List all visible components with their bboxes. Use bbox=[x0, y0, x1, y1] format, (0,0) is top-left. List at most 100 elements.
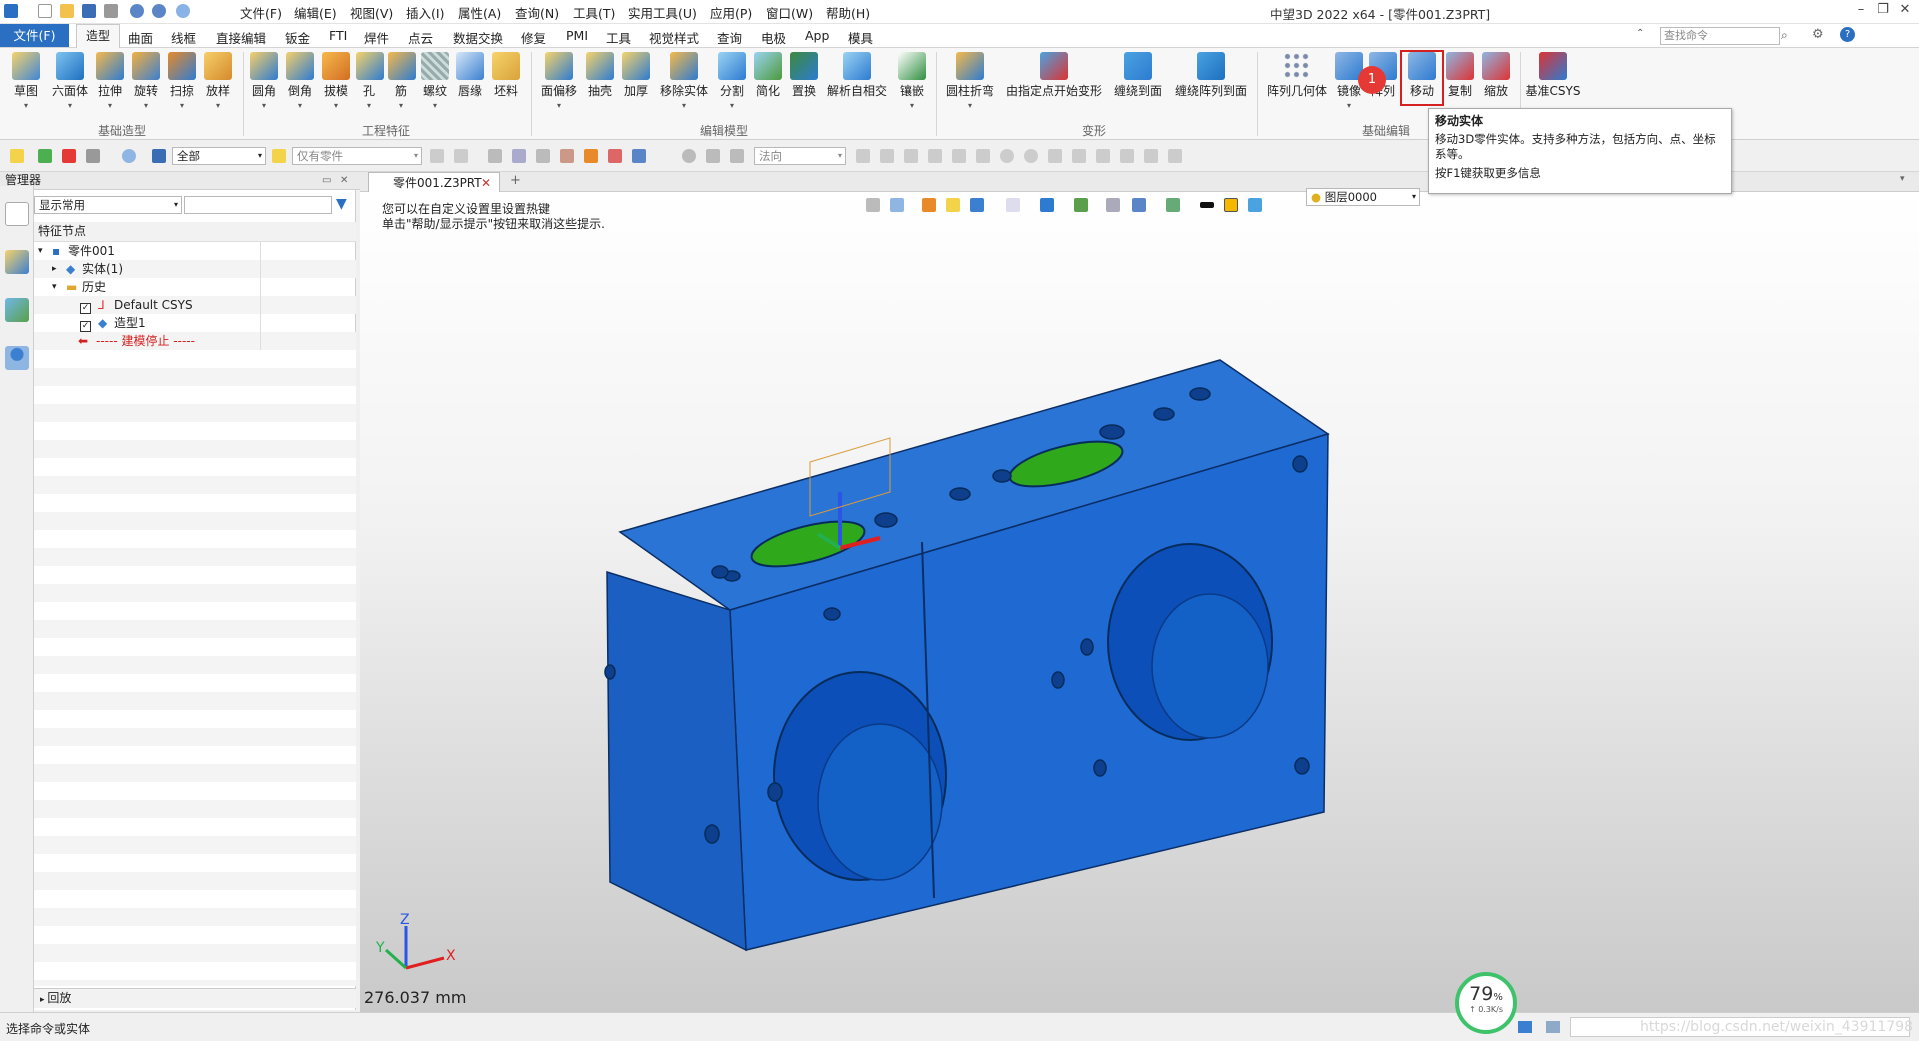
tab-electrode[interactable]: 电极 bbox=[761, 28, 786, 47]
replace-button[interactable]: 置换 bbox=[788, 52, 820, 99]
part-filter-select[interactable]: 仅有零件 ▾ bbox=[292, 147, 422, 165]
rib-button[interactable]: 筋 ▾ bbox=[388, 52, 416, 111]
copy-button[interactable]: 复制 bbox=[1444, 52, 1476, 99]
tab-mold[interactable]: 模具 bbox=[848, 28, 873, 47]
datum-csys-button[interactable]: 基准CSYS bbox=[1524, 52, 1582, 99]
model-bore-inner[interactable] bbox=[1151, 593, 1269, 739]
tab-wireframe[interactable]: 线框 bbox=[171, 28, 196, 47]
toolbar-tool-icon[interactable] bbox=[454, 149, 468, 163]
toolbar-tool-icon[interactable] bbox=[1168, 149, 1182, 163]
menu-utilities[interactable]: 实用工具(U) bbox=[628, 3, 697, 22]
layout-icon[interactable] bbox=[1546, 1021, 1560, 1033]
fillet-button[interactable]: 圆角 ▾ bbox=[248, 52, 280, 111]
tree-node-model-stop[interactable]: ⬅ ----- 建模停止 ----- bbox=[34, 332, 356, 350]
tab-surface[interactable]: 曲面 bbox=[128, 28, 153, 47]
toolbar-tool-icon[interactable] bbox=[904, 149, 918, 163]
file-tab[interactable]: 文件(F) bbox=[0, 24, 69, 47]
remove-solid-button[interactable]: 移除实体 ▾ bbox=[656, 52, 712, 111]
part-filter-icon[interactable] bbox=[272, 149, 286, 163]
menu-attribute[interactable]: 属性(A) bbox=[458, 3, 501, 22]
toolbar-tool-icon[interactable] bbox=[856, 149, 870, 163]
pattern-geometry-button[interactable]: 阵列几何体 bbox=[1264, 52, 1330, 99]
close-panel-icon[interactable]: ✕ bbox=[340, 172, 348, 189]
search-icon[interactable]: ⌕ bbox=[1781, 28, 1788, 43]
toolbar-tool-icon[interactable] bbox=[560, 149, 574, 163]
resolve-self-intersection-button[interactable]: 解析自相交 bbox=[824, 52, 890, 99]
menu-insert[interactable]: 插入(I) bbox=[406, 3, 444, 22]
toolbar-tool-icon[interactable] bbox=[1024, 149, 1038, 163]
toolbar-tool-icon[interactable] bbox=[880, 149, 894, 163]
thicken-button[interactable]: 加厚 bbox=[620, 52, 652, 99]
sketch-button[interactable]: 草图 ▾ bbox=[8, 52, 44, 111]
thread-button[interactable]: 螺纹 ▾ bbox=[420, 52, 450, 111]
tab-weldment[interactable]: 焊件 bbox=[364, 28, 389, 47]
tree-node-default-csys[interactable]: ✓ ⅃ Default CSYS bbox=[34, 296, 356, 314]
document-tab[interactable]: 零件001.Z3PRT ✕ bbox=[368, 172, 500, 193]
toolbar-tool-icon[interactable] bbox=[1144, 149, 1158, 163]
part-model[interactable] bbox=[360, 192, 1919, 1012]
toolbar-tool-icon[interactable] bbox=[1048, 149, 1062, 163]
command-search-input[interactable]: 查找命令 bbox=[1660, 27, 1780, 45]
pin-icon[interactable]: ▭ bbox=[322, 172, 331, 189]
split-button[interactable]: 分割 ▾ bbox=[716, 52, 748, 111]
tab-sheetmetal[interactable]: 钣金 bbox=[285, 28, 310, 47]
tree-node-part[interactable]: ▾ ▪ 零件001 bbox=[34, 242, 356, 260]
tree-search-input[interactable] bbox=[184, 196, 332, 214]
add-icon[interactable] bbox=[38, 149, 52, 163]
wrap-to-face-button[interactable]: 缠绕到面 bbox=[1110, 52, 1166, 99]
menu-apps[interactable]: 应用(P) bbox=[710, 3, 752, 22]
tab-tools[interactable]: 工具 bbox=[606, 28, 631, 47]
toolbar-tool-icon[interactable] bbox=[632, 149, 646, 163]
tab-fti[interactable]: FTI bbox=[329, 28, 347, 43]
user-icon[interactable] bbox=[5, 346, 29, 370]
toolbar-tool-icon[interactable] bbox=[976, 149, 990, 163]
chamfer-button[interactable]: 倒角 ▾ bbox=[284, 52, 316, 111]
tab-query[interactable]: 查询 bbox=[717, 28, 742, 47]
close-icon[interactable]: ✕ bbox=[1894, 2, 1916, 22]
filter-icon[interactable] bbox=[152, 149, 166, 163]
stock-button[interactable]: 坯料 bbox=[490, 52, 522, 99]
gear-icon[interactable]: ⚙ bbox=[1812, 27, 1824, 42]
collapse-ribbon-icon[interactable]: ⌃ bbox=[1636, 28, 1644, 39]
shell-button[interactable]: 抽壳 bbox=[584, 52, 616, 99]
tab-app[interactable]: App bbox=[805, 28, 829, 43]
model-side-face[interactable] bbox=[606, 570, 747, 952]
toolbar-tool-icon[interactable] bbox=[1096, 149, 1110, 163]
tab-model[interactable]: 造型 bbox=[76, 24, 120, 49]
toolbar-tool-icon[interactable] bbox=[952, 149, 966, 163]
close-tab-icon[interactable]: ✕ bbox=[481, 173, 491, 193]
print-icon[interactable] bbox=[104, 4, 118, 18]
toolbar-tool-icon[interactable] bbox=[706, 149, 720, 163]
box-button[interactable]: 六面体 ▾ bbox=[48, 52, 92, 111]
toolbar-tool-icon[interactable] bbox=[536, 149, 550, 163]
remove-icon[interactable] bbox=[62, 149, 76, 163]
tab-list-icon[interactable]: ▾ bbox=[1900, 174, 1905, 184]
tree-node-solid[interactable]: ▸ ◆ 实体(1) bbox=[34, 260, 356, 278]
hole-button[interactable]: 孔 ▾ bbox=[356, 52, 384, 111]
3d-viewport[interactable]: 您可以在自定义设置里设置热键 单击"帮助/显示提示"按钮来取消这些提示. ● 图… bbox=[360, 188, 1919, 1012]
new-tab-icon[interactable]: + bbox=[510, 173, 521, 188]
filter-select[interactable]: 全部 ▾ bbox=[172, 147, 266, 165]
toolbar-tool-icon[interactable] bbox=[1000, 149, 1014, 163]
minimize-icon[interactable]: – bbox=[1850, 2, 1872, 22]
part-manager-icon[interactable] bbox=[5, 250, 29, 274]
extrude-button[interactable]: 拉伸 ▾ bbox=[94, 52, 126, 111]
toolbar-tool-icon[interactable] bbox=[430, 149, 444, 163]
tab-repair[interactable]: 修复 bbox=[521, 28, 546, 47]
new-icon[interactable] bbox=[38, 4, 52, 18]
tab-pmi[interactable]: PMI bbox=[566, 28, 588, 43]
pick-mode-icon[interactable] bbox=[122, 149, 136, 163]
menu-help[interactable]: 帮助(H) bbox=[826, 3, 870, 22]
refresh-icon[interactable] bbox=[176, 4, 190, 18]
pick-icon[interactable] bbox=[10, 149, 24, 163]
undo-icon[interactable] bbox=[130, 4, 144, 18]
face-offset-button[interactable]: 面偏移 ▾ bbox=[538, 52, 580, 111]
tab-direct-edit[interactable]: 直接编辑 bbox=[216, 28, 266, 47]
help-icon[interactable]: ? bbox=[1840, 27, 1855, 42]
app-logo-icon[interactable] bbox=[4, 4, 18, 18]
restore-icon[interactable]: ❐ bbox=[1872, 2, 1894, 22]
toolbar-tool-icon[interactable] bbox=[928, 149, 942, 163]
sweep-button[interactable]: 扫掠 ▾ bbox=[166, 52, 198, 111]
loft-button[interactable]: 放样 ▾ bbox=[202, 52, 234, 111]
menu-edit[interactable]: 编辑(E) bbox=[294, 3, 337, 22]
